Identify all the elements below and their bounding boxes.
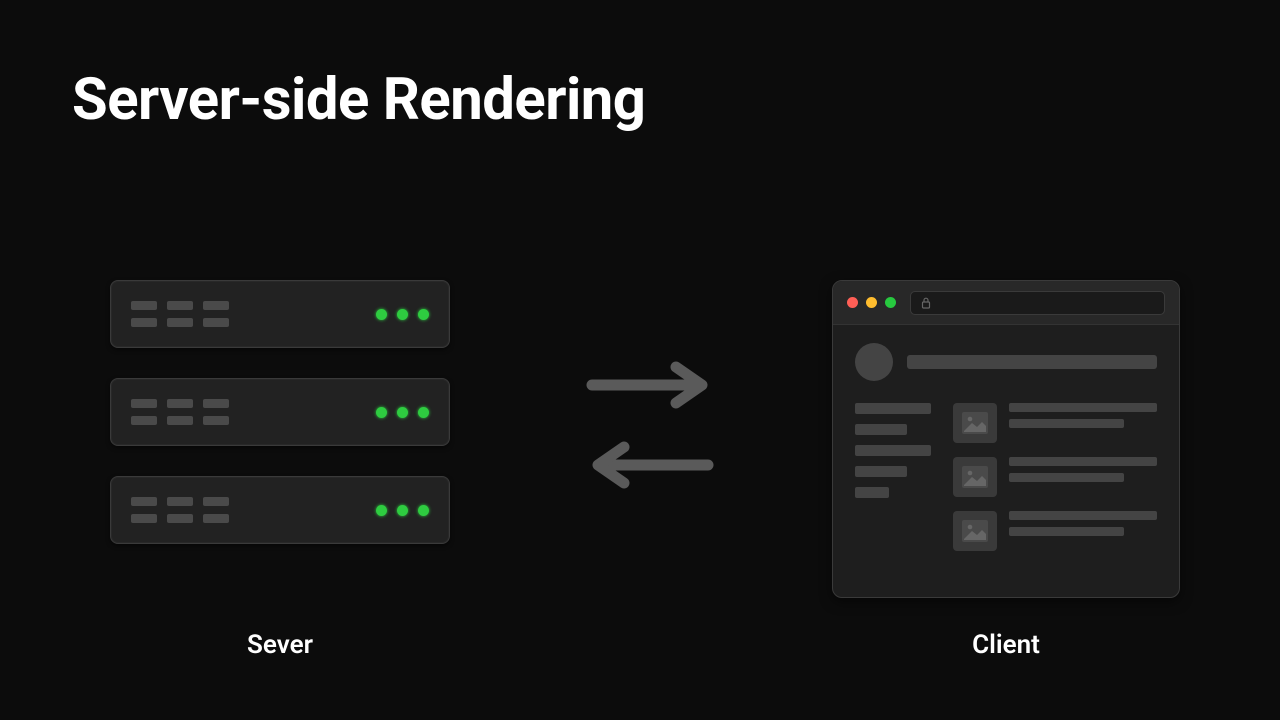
feed-item xyxy=(953,457,1157,497)
image-placeholder-icon xyxy=(953,457,997,497)
drive-bay-icon xyxy=(131,497,157,506)
text-line-placeholder xyxy=(855,445,931,456)
browser-window xyxy=(832,280,1180,598)
slide: Server-side Rendering xyxy=(0,0,1280,720)
text-line-placeholder xyxy=(855,403,931,414)
feed-item xyxy=(953,403,1157,443)
drive-bay-icon xyxy=(131,318,157,327)
text-line-placeholder xyxy=(855,466,907,477)
image-placeholder-icon xyxy=(953,511,997,551)
text-line-placeholder xyxy=(1009,473,1124,482)
status-led-icon xyxy=(418,407,429,418)
arrow-left-icon xyxy=(580,440,720,490)
text-line-placeholder xyxy=(1009,457,1157,466)
status-leds xyxy=(376,505,429,516)
avatar-placeholder-icon xyxy=(855,343,893,381)
lock-icon xyxy=(921,297,931,309)
drive-bay-icon xyxy=(203,301,229,310)
text-line-placeholder xyxy=(1009,511,1157,520)
drive-bay-icon xyxy=(203,399,229,408)
status-led-icon xyxy=(376,309,387,320)
browser-chrome xyxy=(833,281,1179,325)
drive-bay-icon xyxy=(203,514,229,523)
status-led-icon xyxy=(397,505,408,516)
server-label: Sever xyxy=(110,630,450,660)
feed-item xyxy=(953,511,1157,551)
status-led-icon xyxy=(418,309,429,320)
content-row xyxy=(855,403,1157,551)
server-unit xyxy=(110,378,450,446)
drive-bay-icon xyxy=(167,514,193,523)
slide-title: Server-side Rendering xyxy=(72,66,645,134)
drive-bay-icon xyxy=(131,301,157,310)
text-line-placeholder xyxy=(855,487,889,498)
minimize-icon xyxy=(866,297,877,308)
arrow-right-icon xyxy=(580,360,720,410)
server-unit xyxy=(110,476,450,544)
text-line-placeholder xyxy=(1009,403,1157,412)
server-stack xyxy=(110,280,450,544)
status-led-icon xyxy=(397,407,408,418)
drive-bay-icon xyxy=(203,416,229,425)
address-bar xyxy=(910,291,1165,315)
drive-bays xyxy=(131,399,229,425)
status-led-icon xyxy=(397,309,408,320)
status-led-icon xyxy=(376,407,387,418)
drive-bays xyxy=(131,497,229,523)
traffic-lights xyxy=(847,297,896,308)
maximize-icon xyxy=(885,297,896,308)
status-led-icon xyxy=(418,505,429,516)
drive-bay-icon xyxy=(131,514,157,523)
page-header xyxy=(855,343,1157,381)
drive-bay-icon xyxy=(167,318,193,327)
text-line-placeholder xyxy=(1009,527,1124,536)
status-leds xyxy=(376,309,429,320)
drive-bay-icon xyxy=(167,416,193,425)
drive-bay-icon xyxy=(167,497,193,506)
drive-bay-icon xyxy=(167,301,193,310)
status-leds xyxy=(376,407,429,418)
server-unit xyxy=(110,280,450,348)
header-line-placeholder xyxy=(907,355,1157,369)
drive-bay-icon xyxy=(203,318,229,327)
drive-bay-icon xyxy=(203,497,229,506)
arrows xyxy=(560,360,740,520)
drive-bays xyxy=(131,301,229,327)
feed-placeholder xyxy=(953,403,1157,551)
text-line-placeholder xyxy=(1009,419,1124,428)
diagram: Sever Client xyxy=(0,280,1280,680)
page-body xyxy=(833,325,1179,569)
sidebar-placeholder xyxy=(855,403,931,551)
close-icon xyxy=(847,297,858,308)
drive-bay-icon xyxy=(167,399,193,408)
drive-bay-icon xyxy=(131,416,157,425)
client-label: Client xyxy=(832,630,1180,660)
status-led-icon xyxy=(376,505,387,516)
image-placeholder-icon xyxy=(953,403,997,443)
drive-bay-icon xyxy=(131,399,157,408)
text-line-placeholder xyxy=(855,424,907,435)
